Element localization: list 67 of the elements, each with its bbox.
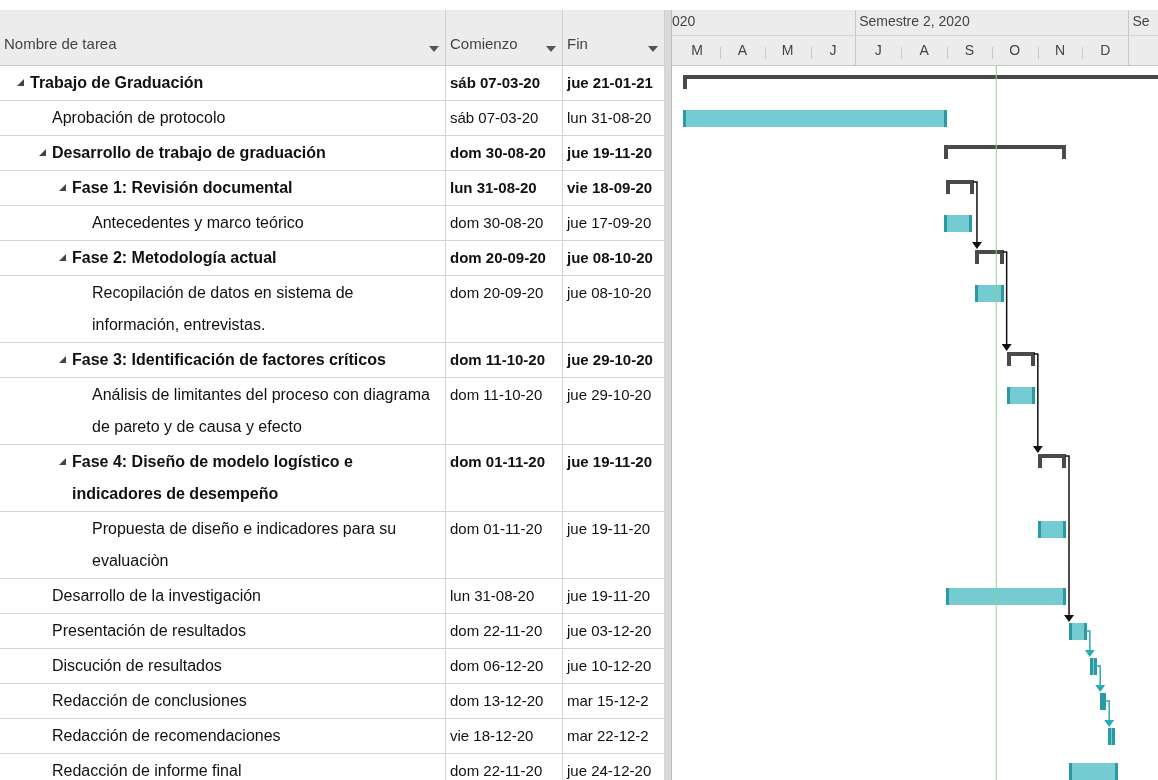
finish-date: jue 19-11-20 [567, 519, 652, 539]
month-label: J [874, 40, 882, 60]
month-label: D [1100, 40, 1111, 60]
column-header: Nombre de tarea [4, 33, 117, 54]
summary-task-name: Fase 3: Identificación de factores críticos [72, 350, 387, 370]
task-name: Aprobación de protocolo [52, 108, 227, 128]
month-label: S [964, 40, 975, 60]
finish-date: jue 19-11-20 [567, 452, 654, 472]
finish-date: mar 22-12-2 [567, 726, 650, 746]
summary-task-name: Desarrollo de trabajo de graduación [52, 143, 327, 163]
start-date: dom 30-08-20 [450, 213, 545, 233]
finish-date: jue 08-10-20 [567, 248, 654, 268]
month-label: A [737, 40, 747, 60]
task-name: Discución de resultados [52, 656, 223, 676]
summary-task-name: Fase 1: Revisión documental [72, 178, 294, 198]
month-label: J [829, 40, 837, 60]
start-date: dom 01-11-20 [450, 519, 544, 539]
finish-date: jue 19-11-20 [567, 586, 652, 606]
task-name: Desarrollo de la investigación [52, 586, 262, 606]
month-label: N [1055, 40, 1066, 60]
start-date: dom 13-12-20 [450, 691, 545, 711]
start-date: dom 11-10-20 [450, 350, 547, 370]
finish-date: jue 29-10-20 [567, 385, 653, 405]
finish-date: jue 10-12-20 [567, 656, 653, 676]
summary-task-name: Fase 2: Metodología actual [72, 248, 278, 268]
finish-date: jue 19-11-20 [567, 143, 654, 163]
month-label: A [919, 40, 929, 60]
start-date: sáb 07-03-20 [450, 108, 540, 128]
month-label: M [781, 40, 794, 60]
start-date: dom 20-09-20 [450, 248, 547, 268]
start-date: dom 22-11-20 [450, 621, 544, 641]
timescale-label: Se [1132, 12, 1150, 31]
start-date: dom 22-11-20 [450, 761, 544, 780]
finish-date: vie 18-09-20 [567, 178, 654, 198]
start-date: dom 30-08-20 [450, 143, 547, 163]
task-name: Propuesta de diseño e indicadores para su evaluaciòn [92, 519, 398, 571]
start-date: lun 31-08-20 [450, 586, 536, 606]
month-label: M [691, 40, 703, 60]
summary-task-name: Fase 4: Diseño de modelo logístico e indicadores de desempeño [72, 452, 354, 504]
start-date: dom 06-12-20 [450, 656, 545, 676]
finish-date: lun 31-08-20 [567, 108, 653, 128]
start-date: dom 11-10-20 [450, 385, 544, 405]
timescale-label: 020 [672, 12, 696, 31]
task-name: Recopilación de datos en sistema de información, entrevistas. [92, 283, 355, 335]
start-date: vie 18-12-20 [450, 726, 535, 746]
finish-date: jue 24-12-20 [567, 761, 653, 780]
task-name: Presentación de resultados [52, 621, 247, 641]
summary-task-name: Trabajo de Graduación [30, 73, 205, 93]
finish-date: jue 17-09-20 [567, 213, 653, 233]
task-name: Redacción de informe final [52, 761, 243, 780]
finish-date: jue 21-01-21 [567, 73, 654, 93]
task-name: Redacción de recomendaciones [52, 726, 282, 746]
start-date: dom 01-11-20 [450, 452, 547, 472]
start-date: lun 31-08-20 [450, 178, 538, 198]
finish-date: jue 08-10-20 [567, 283, 653, 303]
timescale-label: Semestre 2, 2020 [859, 12, 970, 31]
task-name: Antecedentes y marco teórico [92, 213, 305, 233]
column-header: Fin [567, 33, 588, 54]
finish-date: jue 03-12-20 [567, 621, 653, 641]
finish-date: jue 29-10-20 [567, 350, 654, 370]
month-label: O [1009, 40, 1021, 60]
start-date: sáb 07-03-20 [450, 73, 542, 93]
finish-date: mar 15-12-2 [567, 691, 650, 711]
start-date: dom 20-09-20 [450, 283, 545, 303]
task-name: Análisis de limitantes del proceso con diagrama de pareto y de causa y efecto [92, 385, 431, 437]
task-name: Redacción de conclusiones [52, 691, 248, 711]
column-header: Comienzo [450, 33, 518, 54]
